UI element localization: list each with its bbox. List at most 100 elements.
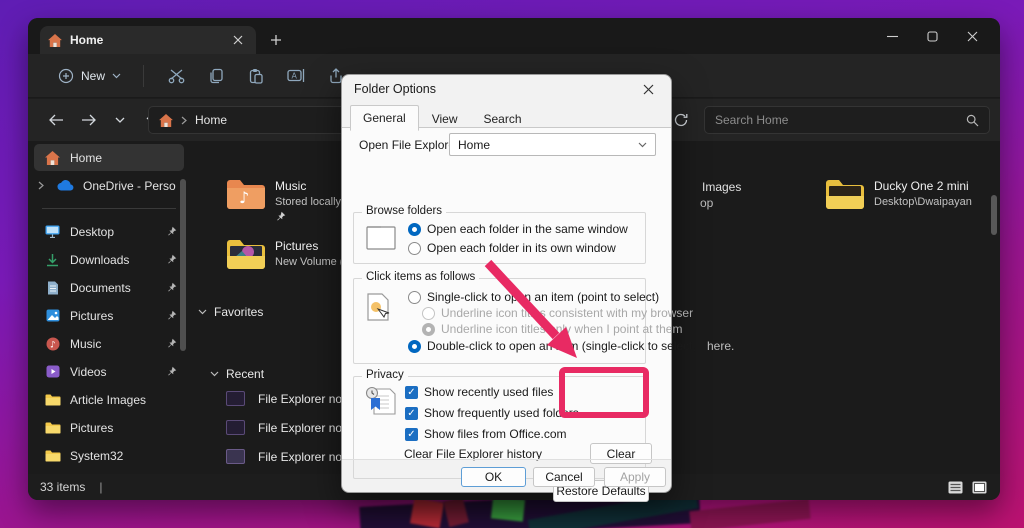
pin-icon	[166, 310, 178, 321]
radio-underline-consistent[interactable]: Underline icon titles consistent with my…	[422, 306, 693, 320]
explorer-tab-home[interactable]: Home	[40, 26, 256, 54]
dropdown-value: Home	[458, 138, 638, 152]
search-placeholder: Search Home	[715, 113, 966, 127]
sidebar-item-documents[interactable]: Documents	[34, 274, 184, 301]
close-button[interactable]	[952, 22, 992, 50]
home-icon	[159, 114, 173, 127]
search-input[interactable]: Search Home	[704, 106, 990, 134]
new-tab-button[interactable]	[266, 30, 286, 50]
forward-icon[interactable]	[74, 106, 102, 134]
empty-hint-fragment: here.	[707, 339, 734, 353]
content-scrollbar[interactable]	[991, 195, 997, 235]
expand-chevron-icon[interactable]	[38, 181, 48, 190]
chevron-down-icon	[112, 73, 121, 79]
paste-icon[interactable]	[236, 61, 276, 91]
radio-own-window[interactable]: Open each folder in its own window	[408, 241, 616, 255]
checkbox-icon[interactable]: ✓	[405, 407, 418, 420]
partial-tile-title: Images	[702, 180, 741, 194]
quick-tile-pictures[interactable]: Pictures New Volume (D:)	[226, 239, 358, 270]
cancel-button[interactable]: Cancel	[533, 467, 595, 487]
radio-icon[interactable]	[408, 291, 421, 304]
radio-same-window[interactable]: Open each folder in the same window	[408, 222, 628, 236]
tile-title: Music	[275, 179, 341, 193]
chevron-down-icon	[198, 309, 207, 315]
click-items-icon	[366, 293, 392, 325]
check-recent-files[interactable]: ✓ Show recently used files	[405, 385, 553, 399]
sidebar-item-system32[interactable]: System32	[34, 442, 184, 469]
folder-icon	[825, 179, 865, 210]
downloads-icon	[44, 253, 61, 267]
thumbnail-view-icon[interactable]	[970, 480, 988, 495]
sidebar-item-pictures[interactable]: Pictures	[34, 302, 184, 329]
breadcrumb-home[interactable]: Home	[195, 113, 227, 127]
pictures-folder-icon	[226, 239, 266, 270]
breadcrumb-chevron-icon	[181, 116, 187, 125]
click-items-group: Click items as follows Single-click to o…	[353, 278, 646, 364]
sidebar-item-downloads[interactable]: Downloads	[34, 246, 184, 273]
sidebar-item-article-images[interactable]: Article Images	[34, 386, 184, 413]
tile-ducky[interactable]: Ducky One 2 mini Desktop\Dwaipayan	[825, 179, 972, 210]
group-legend: Privacy	[362, 369, 408, 381]
wallpaper-shape	[410, 498, 444, 528]
sidebar-item-pictures-folder[interactable]: Pictures	[34, 414, 184, 441]
highlight-rectangle-annotation	[559, 367, 649, 418]
file-thumbnail-icon	[226, 420, 245, 435]
pictures-icon	[44, 309, 61, 322]
tab-title: Home	[70, 33, 220, 47]
ok-button[interactable]: OK	[461, 467, 526, 487]
tab-general[interactable]: General	[350, 105, 419, 131]
sidebar-item-onedrive[interactable]: OneDrive - Perso	[34, 172, 184, 199]
back-icon[interactable]	[42, 106, 70, 134]
history-chevron-icon[interactable]	[106, 106, 134, 134]
documents-icon	[44, 281, 61, 295]
favorites-section-header[interactable]: Favorites	[198, 305, 263, 319]
radio-underline-point[interactable]: Underline icon titles only when I point …	[422, 322, 682, 336]
minimize-button[interactable]	[872, 22, 912, 50]
sidebar-scrollbar[interactable]	[180, 179, 186, 351]
videos-icon	[44, 365, 61, 378]
sidebar-item-videos[interactable]: Videos	[34, 358, 184, 385]
home-icon	[44, 151, 61, 165]
radio-double-click[interactable]: Double-click to open an item (single-cli…	[408, 339, 696, 353]
sidebar-item-desktop[interactable]: Desktop	[34, 218, 184, 245]
apply-button[interactable]: Apply	[604, 467, 666, 487]
sidebar-item-music[interactable]: ♪ Music	[34, 330, 184, 357]
pin-icon	[166, 282, 178, 293]
clear-button[interactable]: Clear	[590, 443, 652, 464]
dialog-close-icon[interactable]	[637, 78, 659, 100]
radio-icon[interactable]	[408, 242, 421, 255]
radio-icon	[422, 307, 435, 320]
search-icon	[966, 114, 979, 127]
toolbar-divider	[143, 65, 144, 87]
radio-icon[interactable]	[408, 340, 421, 353]
svg-text:A: A	[292, 72, 298, 81]
open-to-dropdown[interactable]: Home	[449, 133, 656, 156]
folder-options-dialog: Folder Options General View Search Open …	[341, 74, 672, 493]
radio-icon[interactable]	[408, 223, 421, 236]
radio-icon	[422, 323, 435, 336]
wallpaper-shape	[491, 496, 525, 521]
tab-close-icon[interactable]	[228, 30, 248, 50]
pin-icon	[166, 338, 178, 349]
quick-tile-music[interactable]: ♪ Music Stored locally	[226, 179, 341, 225]
rename-icon[interactable]: A	[276, 61, 316, 91]
svg-text:♪: ♪	[239, 188, 249, 207]
sidebar-divider	[42, 208, 176, 209]
dialog-title: Folder Options	[354, 82, 436, 96]
new-button[interactable]: New	[48, 62, 131, 90]
check-frequent-folders[interactable]: ✓ Show frequently used folders	[405, 406, 579, 420]
cut-icon[interactable]	[156, 61, 196, 91]
status-divider: |	[99, 480, 102, 494]
checkbox-icon[interactable]: ✓	[405, 428, 418, 441]
maximize-button[interactable]	[912, 22, 952, 50]
details-view-icon[interactable]	[946, 480, 964, 495]
radio-single-click[interactable]: Single-click to open an item (point to s…	[408, 290, 659, 304]
pin-icon	[166, 254, 178, 265]
navigation-pane: Home OneDrive - Perso Desktop	[30, 143, 188, 470]
sidebar-item-home[interactable]: Home	[34, 144, 184, 171]
titlebar: Home	[28, 18, 1000, 54]
copy-icon[interactable]	[196, 61, 236, 91]
recent-section-header[interactable]: Recent	[210, 367, 264, 381]
check-office-files[interactable]: ✓ Show files from Office.com	[405, 427, 567, 441]
checkbox-icon[interactable]: ✓	[405, 386, 418, 399]
